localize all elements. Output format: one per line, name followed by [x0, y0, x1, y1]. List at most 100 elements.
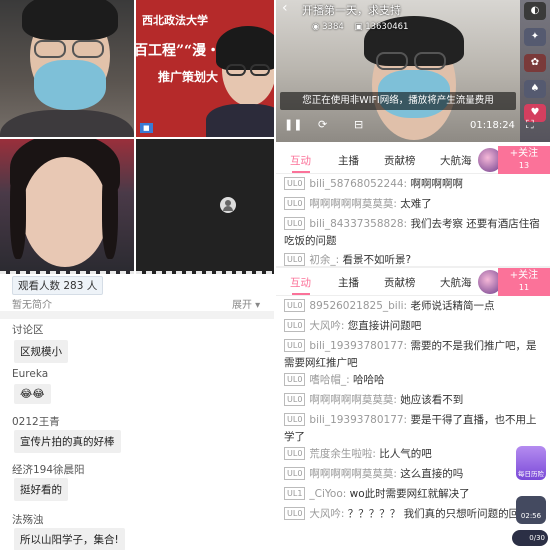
- chat-text: 看景不如听景?: [342, 254, 412, 266]
- poster-line-1: 西北政法大学: [142, 14, 208, 27]
- back-icon[interactable]: ‹: [282, 0, 288, 16]
- chat-text: 这么直接的吗: [400, 468, 464, 480]
- follow-count: 11: [518, 283, 530, 292]
- comment-user: 0212王青: [12, 416, 60, 428]
- view-count: 3384: [322, 22, 344, 32]
- comment-bubble: 😂😂: [14, 384, 51, 404]
- meeting-panel: 西北政法大学 百工程”“漫・天 推广策划大 ■ 观看人数 283 人 暂无简介: [0, 0, 274, 550]
- chat-message: UL0 嗜哈帽_: 哈哈哈: [284, 372, 385, 389]
- level-badge: UL0: [284, 507, 306, 520]
- chat-text: 哈哈哈: [353, 374, 385, 386]
- level-badge: UL0: [284, 253, 306, 266]
- chat-user[interactable]: 啊啊啊啊啊莫莫莫:: [309, 198, 397, 210]
- tab-host[interactable]: 主播: [338, 275, 359, 290]
- expand-button[interactable]: 展开 ▾: [232, 296, 260, 311]
- daily-gift-widget[interactable]: 每日历险: [516, 446, 546, 480]
- avatar-icon[interactable]: ◐: [524, 2, 546, 20]
- tab-interact[interactable]: 互动: [290, 275, 311, 290]
- chat-user[interactable]: bili_19393780177:: [309, 414, 407, 426]
- tab-contrib[interactable]: 贡献榜: [384, 275, 416, 290]
- chat-message: UL0 啊啊啊啊啊莫莫莫: 这么直接的吗: [284, 466, 463, 483]
- theater-icon[interactable]: ✦: [524, 28, 546, 46]
- tab-contrib[interactable]: 贡献榜: [384, 153, 416, 168]
- stream-title: 开播第一天，求支持: [302, 4, 401, 17]
- live-video[interactable]: ‹ 开播第一天，求支持 ◉ 3384 ▣ 13630461 ◐ ✦ ✿ ♠ ♥ …: [276, 0, 550, 142]
- comment-bubble: 挺好看的: [14, 478, 68, 501]
- tab-bar-top: 互动 主播 贡献榜 大航海 +关注 13: [276, 146, 550, 174]
- level-badge: UL0: [284, 319, 306, 332]
- poster-line-3: 推广策划大: [158, 70, 219, 84]
- chat-user[interactable]: _CiYoo:: [309, 488, 346, 500]
- level-badge: UL0: [284, 467, 306, 480]
- video-tile-participant[interactable]: [0, 139, 134, 274]
- video-tile-speaker[interactable]: [0, 0, 134, 137]
- network-notice: 您正在使用非WIFI网络，播放将产生流量费用: [280, 92, 516, 110]
- chat-user[interactable]: 啊啊啊啊啊莫莫莫:: [309, 394, 397, 406]
- level-badge: UL0: [284, 217, 306, 230]
- danmaku-icon[interactable]: ⊟: [354, 118, 363, 131]
- refresh-icon[interactable]: ⟳: [318, 118, 327, 131]
- fullscreen-icon[interactable]: ⛶: [526, 118, 534, 132]
- chat-user[interactable]: bili_84337358828:: [309, 218, 407, 230]
- counter-pill[interactable]: 0/30: [512, 530, 548, 546]
- chat-text: 太难了: [400, 198, 432, 210]
- chat-message: UL0 89526021825_bili: 老师说话精简一点: [284, 298, 494, 315]
- level-badge: UL0: [284, 393, 306, 406]
- user-placeholder-icon: [220, 197, 236, 213]
- chat-text: 啊啊啊啊啊: [410, 178, 463, 190]
- follow-label: +关注: [509, 148, 539, 159]
- follow-button[interactable]: +关注 13: [498, 146, 550, 174]
- discussion-title: 讨论区: [12, 324, 44, 336]
- tab-indicator: [292, 293, 310, 295]
- chat-message: UL0 大风吟: ？？？？？ 我们真的只想听问题的回: [284, 506, 519, 523]
- stream-stats: ◉ 3384 ▣ 13630461: [312, 22, 408, 32]
- tab-bar-bottom: 互动 主播 贡献榜 大航海 +关注 11: [276, 268, 550, 296]
- level-badge: UL1: [284, 487, 306, 500]
- chat-message: UL0 荒度余生啦啦: 比人气的吧: [284, 446, 432, 463]
- chat-user[interactable]: 初余_:: [309, 254, 339, 266]
- chat-user[interactable]: 89526021825_bili:: [309, 300, 407, 312]
- stream-sidebar: ◐ ✦ ✿ ♠ ♥: [520, 0, 550, 142]
- tab-indicator: [292, 171, 310, 173]
- chat-user[interactable]: 大风吟:: [309, 320, 344, 332]
- level-badge: UL0: [284, 447, 306, 460]
- chat-text: 您直接讲问题吧: [347, 320, 422, 332]
- chat-user[interactable]: 啊啊啊啊啊莫莫莫:: [309, 468, 397, 480]
- follow-label: +关注: [509, 270, 539, 281]
- chat-message: UL0 bili_19393780177: 要是干得了直播，也不用上学了: [284, 412, 542, 446]
- chat-message: UL0 啊啊啊啊啊莫莫莫: 她应该看不到: [284, 392, 463, 409]
- effect-icon[interactable]: ✿: [524, 54, 546, 72]
- chat-user[interactable]: bili_58768052244:: [309, 178, 407, 190]
- gift-timer-widget[interactable]: 02:56: [516, 496, 546, 524]
- chat-user[interactable]: 大风吟:: [309, 508, 344, 520]
- chat-message: UL0 bili_84337358828: 我们去考察 还要有酒店住宿吃饭的问题: [284, 216, 542, 250]
- chat-text: wo此时需要网红就解决了: [349, 488, 470, 500]
- follow-button[interactable]: +关注 11: [498, 268, 550, 296]
- comment-bubble: 所以山阳学子，集合!: [14, 528, 125, 550]
- level-badge: UL0: [284, 339, 306, 352]
- chat-message: UL0 大风吟: 您直接讲问题吧: [284, 318, 421, 335]
- tab-voyage[interactable]: 大航海: [440, 153, 472, 168]
- chat-user[interactable]: bili_19393780177:: [309, 340, 407, 352]
- chat-message: UL0 bili_58768052244: 啊啊啊啊啊: [284, 176, 463, 193]
- tab-interact[interactable]: 互动: [290, 153, 311, 168]
- progress-bar-2: [136, 271, 274, 274]
- pause-icon[interactable]: ❚❚: [284, 118, 302, 131]
- chat-text: 她应该看不到: [400, 394, 464, 406]
- gift-icon[interactable]: ♠: [524, 80, 546, 98]
- chat-text: 老师说话精简一点: [410, 300, 495, 312]
- level-badge: UL0: [284, 299, 306, 312]
- counter-value: 0/30: [529, 534, 545, 542]
- video-tile-empty[interactable]: [136, 139, 274, 274]
- tab-voyage[interactable]: 大航海: [440, 275, 472, 290]
- chat-message: UL0 啊啊啊啊啊莫莫莫: 太难了: [284, 196, 432, 213]
- chat-user[interactable]: 嗜哈帽_:: [309, 374, 349, 386]
- intro-text: 暂无简介: [12, 300, 52, 311]
- tab-host[interactable]: 主播: [338, 153, 359, 168]
- video-tile-poster[interactable]: 西北政法大学 百工程”“漫・天 推广策划大 ■: [136, 0, 274, 137]
- gift-timer: 02:56: [520, 512, 542, 520]
- progress-bar: [0, 271, 134, 274]
- room-id: 13630461: [365, 22, 409, 32]
- chat-user[interactable]: 荒度余生啦啦:: [309, 448, 376, 460]
- room-icon: ▣: [354, 22, 366, 32]
